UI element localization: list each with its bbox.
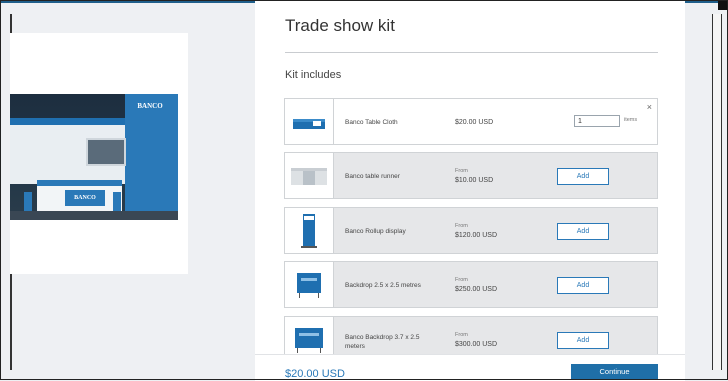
item-price: $120.00 USD: [455, 232, 498, 239]
close-icon[interactable]: ×: [647, 102, 652, 112]
item-thumbnail: [285, 208, 334, 253]
rollup-display-icon: [301, 214, 317, 248]
item-price: $300.00 USD: [455, 341, 498, 348]
item-name: Banco Table Cloth: [345, 119, 398, 126]
booth-floor: [10, 211, 178, 220]
kit-item-table-cloth[interactable]: Banco Table Cloth $20.00 USD items ×: [284, 98, 658, 145]
section-heading: Kit includes: [285, 69, 342, 81]
continue-button[interactable]: Continue: [571, 364, 658, 380]
item-thumbnail: [285, 99, 334, 144]
table-runner-icon: [291, 168, 327, 185]
add-button[interactable]: Add: [557, 223, 609, 240]
item-thumbnail: [285, 153, 334, 198]
price-prefix: From: [455, 332, 468, 338]
quantity-input[interactable]: [574, 115, 620, 127]
item-price: $250.00 USD: [455, 286, 498, 293]
item-name: Backdrop 2.5 x 2.5 metres: [345, 282, 421, 289]
price-prefix: From: [455, 277, 468, 283]
kit-item-table-runner: Banco table runner From $10.00 USD Add: [284, 152, 658, 199]
item-thumbnail: [285, 262, 334, 307]
add-button[interactable]: Add: [557, 332, 609, 349]
scrollbar[interactable]: [712, 14, 722, 370]
item-name: Banco Backdrop 3.7 x 2.5 meters: [345, 334, 420, 350]
booth-screen: [86, 138, 126, 166]
booth-tower-logo: BANCO: [137, 102, 163, 110]
kit-preview-card: BANCO BANCO: [10, 33, 188, 274]
kit-item-rollup-display: Banco Rollup display From $120.00 USD Ad…: [284, 207, 658, 254]
total-price: $20.00 USD: [285, 368, 345, 380]
booth-stool: [24, 192, 32, 212]
title-divider: [285, 52, 658, 53]
item-price: $10.00 USD: [455, 177, 494, 184]
quantity-unit: items: [624, 117, 638, 123]
item-price: $20.00 USD: [455, 119, 494, 126]
booth-preview-image: BANCO BANCO: [10, 94, 178, 220]
backdrop-icon: [297, 273, 321, 298]
add-button[interactable]: Add: [557, 168, 609, 185]
table-cloth-icon: [293, 119, 325, 129]
booth-counter-logo: BANCO: [65, 190, 105, 206]
window-corner: [718, 0, 728, 10]
page-title: Trade show kit: [285, 16, 395, 35]
kit-item-backdrop-small: Backdrop 2.5 x 2.5 metres From $250.00 U…: [284, 261, 658, 308]
item-name: Banco Rollup display: [345, 228, 406, 235]
price-prefix: From: [455, 168, 468, 174]
booth-stool: [113, 192, 121, 212]
booth-tower: [125, 94, 178, 220]
item-name: Banco table runner: [345, 173, 400, 180]
price-prefix: From: [455, 223, 468, 229]
add-button[interactable]: Add: [557, 277, 609, 294]
